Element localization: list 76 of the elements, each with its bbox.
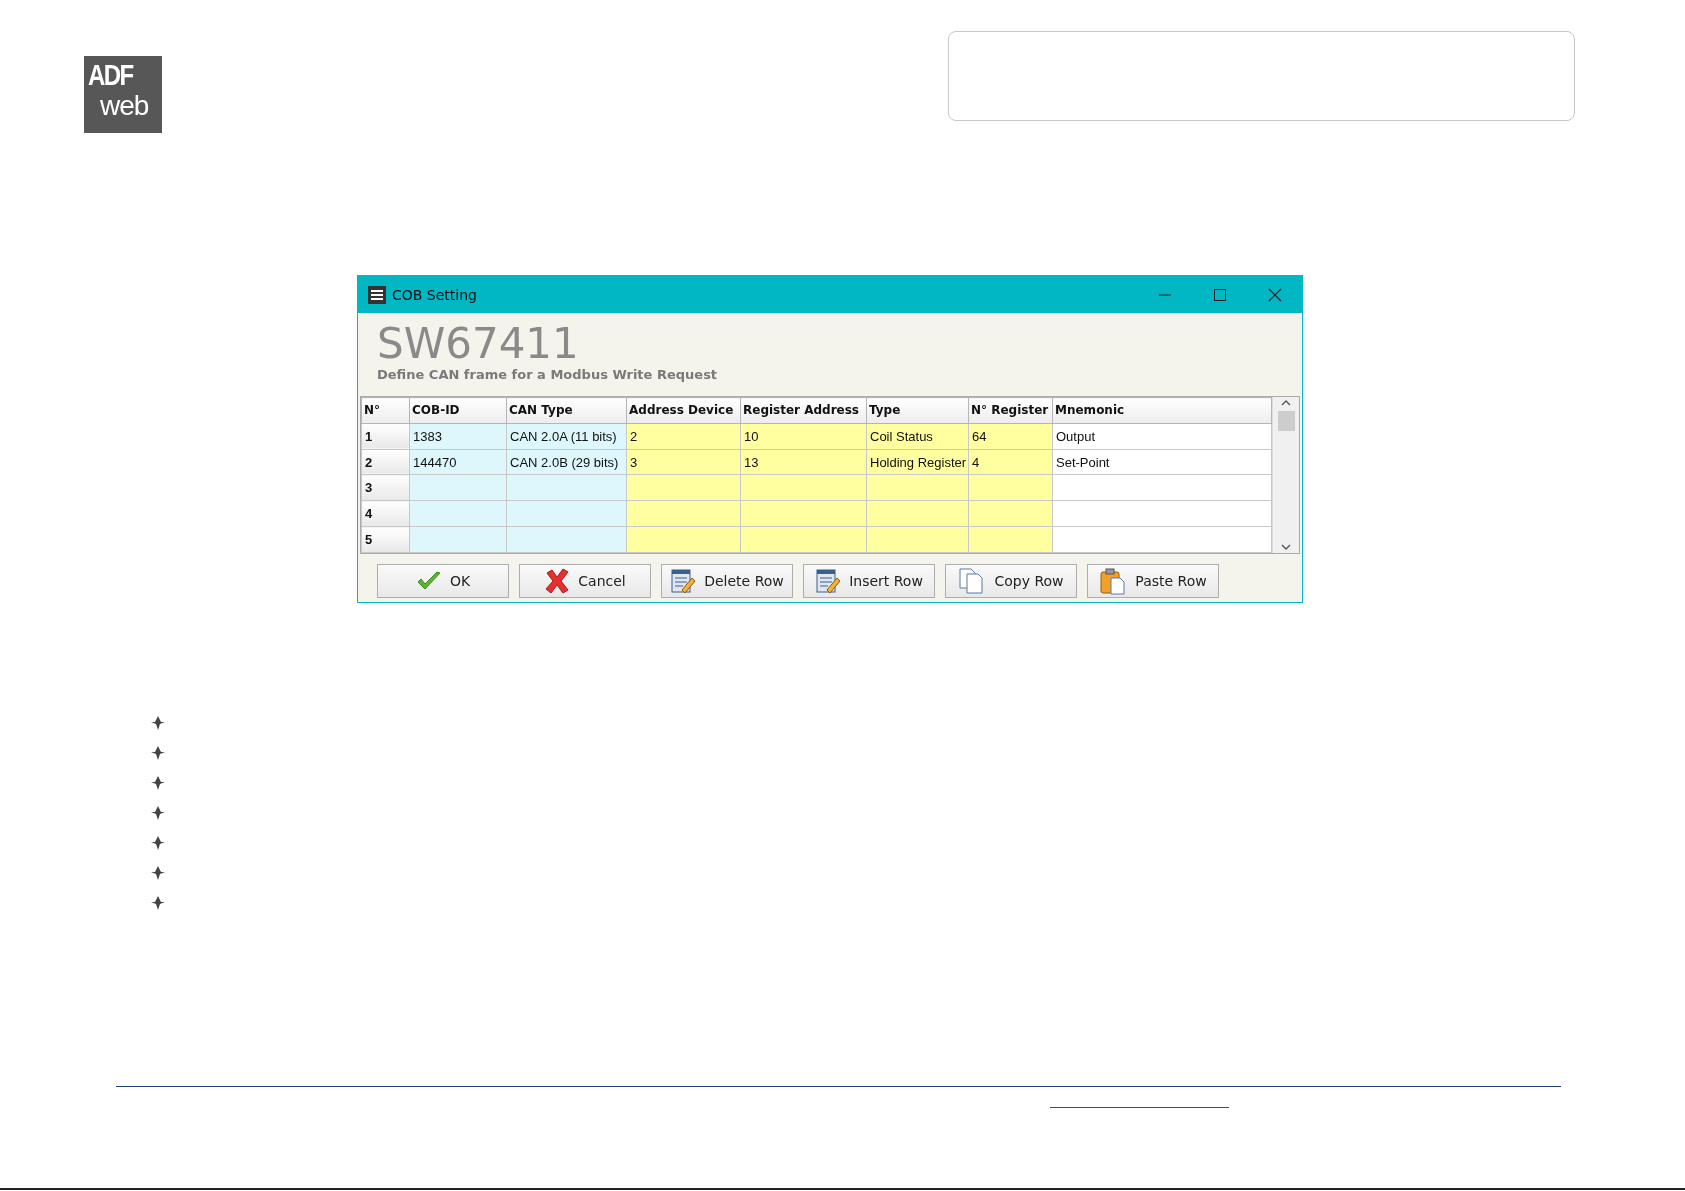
action-button[interactable]: Copy Row: [945, 564, 1077, 598]
table-cell[interactable]: [740, 475, 867, 501]
table-pencil-icon: [670, 568, 697, 594]
clipboard-icon: [1099, 567, 1128, 595]
bullet-icon: [151, 866, 165, 880]
device-heading: SW67411: [377, 323, 580, 365]
row-number: 5: [361, 526, 410, 553]
table-cell[interactable]: [626, 526, 741, 553]
action-button[interactable]: Insert Row: [803, 564, 935, 598]
table-cell[interactable]: CAN 2.0B (29 bits): [506, 449, 627, 475]
scrollbar-thumb[interactable]: [1277, 411, 1295, 431]
table-cell[interactable]: 4: [968, 449, 1053, 475]
column-header[interactable]: Mnemonic: [1052, 397, 1272, 424]
table-cell[interactable]: [740, 526, 867, 553]
logo-text: web: [100, 90, 149, 122]
table-cell[interactable]: 144470: [409, 449, 507, 475]
table-cell[interactable]: 64: [968, 423, 1053, 450]
table-cell[interactable]: 3: [626, 449, 741, 475]
maximize-icon[interactable]: [1212, 287, 1227, 302]
table-cell[interactable]: 13: [740, 449, 867, 475]
row-number: 3: [361, 475, 410, 501]
action-button[interactable]: Paste Row: [1087, 564, 1219, 598]
bullet-icon: [151, 806, 165, 820]
column-header[interactable]: N° Register: [968, 397, 1053, 424]
row-number: 2: [361, 449, 410, 475]
table-cell[interactable]: [866, 500, 969, 527]
table-cell[interactable]: [409, 526, 507, 553]
table-cell[interactable]: [1052, 500, 1272, 527]
table-cell[interactable]: [1052, 475, 1272, 501]
column-header[interactable]: Address Device: [626, 397, 741, 424]
table-cell[interactable]: Coil Status: [866, 423, 969, 450]
table-cell[interactable]: [506, 526, 627, 553]
table-cell[interactable]: [866, 475, 969, 501]
table-cell[interactable]: 1383: [409, 423, 507, 450]
window-title: COB Setting: [392, 286, 478, 303]
table-cell[interactable]: [968, 475, 1053, 501]
table-cell[interactable]: Output: [1052, 423, 1272, 450]
window-subtitle: Define CAN frame for a Modbus Write Request: [377, 367, 719, 382]
table-cell[interactable]: [626, 500, 741, 527]
row-number: 1: [361, 423, 410, 450]
app-icon: [368, 285, 386, 304]
column-header[interactable]: CAN Type: [506, 397, 627, 424]
bullet-icon: [151, 836, 165, 850]
table-cell[interactable]: [866, 526, 969, 553]
bullet-icon: [151, 716, 165, 730]
column-header[interactable]: Register Address: [740, 397, 867, 424]
column-header[interactable]: N°: [361, 397, 410, 424]
table-cell[interactable]: [740, 500, 867, 527]
table-pencil-icon: [815, 568, 842, 594]
table-cell[interactable]: CAN 2.0A (11 bits): [506, 423, 627, 450]
table-cell[interactable]: [506, 475, 627, 501]
close-icon[interactable]: [1267, 287, 1282, 302]
table-cell[interactable]: [968, 526, 1053, 553]
table-cell[interactable]: 10: [740, 423, 867, 450]
column-header[interactable]: COB-ID: [409, 397, 507, 424]
table-cell[interactable]: [626, 475, 741, 501]
action-button[interactable]: Cancel: [519, 564, 651, 598]
check-icon: [415, 570, 442, 592]
table-cell[interactable]: Holding Register: [866, 449, 969, 475]
bullet-icon: [151, 896, 165, 910]
table-cell[interactable]: [409, 475, 507, 501]
table-cell[interactable]: [506, 500, 627, 527]
action-button[interactable]: Delete Row: [661, 564, 793, 598]
scrollbar[interactable]: [1272, 397, 1299, 553]
row-number: 4: [361, 500, 410, 527]
logo-text: ADF: [88, 58, 133, 92]
action-button[interactable]: OK: [377, 564, 509, 598]
table-cell[interactable]: 2: [626, 423, 741, 450]
bullet-icon: [151, 776, 165, 790]
column-header[interactable]: Type: [866, 397, 969, 424]
cross-icon: [544, 568, 571, 594]
table-cell[interactable]: Set-Point: [1052, 449, 1272, 475]
bullet-icon: [151, 746, 165, 760]
table-cell[interactable]: [1052, 526, 1272, 553]
table-cell[interactable]: [968, 500, 1053, 527]
table-cell[interactable]: [409, 500, 507, 527]
